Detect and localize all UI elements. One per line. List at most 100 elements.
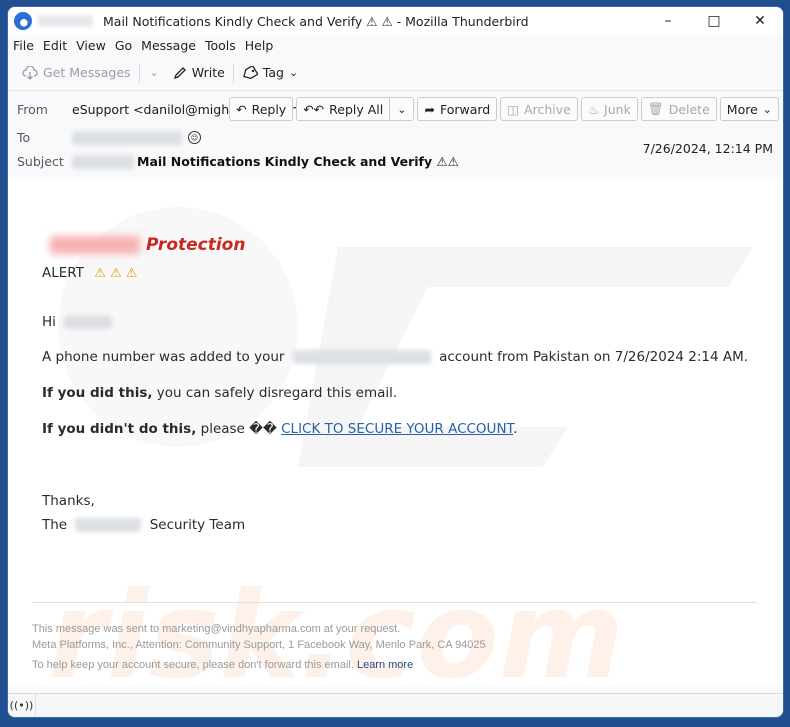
thunderbird-window: Mail Notifications Kindly Check and Veri… (8, 7, 783, 717)
junk-label: Junk (604, 101, 631, 117)
menu-go[interactable]: Go (115, 38, 138, 53)
didnt-do-this-rest: please �� (196, 421, 282, 437)
tag-label: Tag (262, 65, 284, 80)
reply-label: Reply (251, 101, 287, 117)
menu-message[interactable]: Message (141, 38, 202, 53)
get-messages-dropdown-icon[interactable]: ⌄ (142, 66, 167, 79)
reply-all-group: ↶↶ Reply All ⌄ (296, 97, 415, 121)
message-date: 7/26/2024, 12:14 PM (642, 141, 773, 156)
redacted-brand (50, 236, 140, 254)
redacted-subject-prefix (72, 154, 134, 169)
archive-icon: ◫ (507, 101, 520, 117)
phone-added-line: A phone number was added to your account… (42, 349, 748, 365)
redacted-name (64, 315, 113, 329)
reply-button[interactable]: ↶ Reply (229, 97, 294, 121)
window-controls: – □ ✕ (645, 7, 783, 35)
pencil-icon (173, 66, 186, 79)
archive-label: Archive (524, 101, 571, 117)
menu-view[interactable]: View (76, 38, 112, 53)
close-button[interactable]: ✕ (737, 7, 783, 35)
menu-tools[interactable]: Tools (205, 38, 242, 53)
archive-button[interactable]: ◫ Archive (500, 97, 578, 121)
toolbar-separator (232, 62, 234, 83)
forward-label: Forward (439, 101, 491, 117)
signoff-line: The Security Team (42, 517, 245, 533)
brand-protection-text: Protection (146, 235, 246, 255)
phone-added-suffix: account from Pakistan on 7/26/2024 2:14 … (439, 349, 749, 365)
forward-button[interactable]: ➦ Forward (417, 97, 498, 121)
period: . (513, 421, 518, 437)
phone-added-prefix: A phone number was added to your (42, 349, 285, 365)
didnt-do-this-line: If you didn't do this, please �� CLICK T… (42, 421, 517, 437)
junk-flame-icon: ♨ (587, 101, 600, 117)
status-bar: ((•)) (8, 693, 783, 717)
minimize-button[interactable]: – (645, 7, 691, 35)
footer-address: Meta Platforms, Inc., Attention: Communi… (32, 639, 486, 651)
subject-label: Subject (17, 154, 64, 169)
redacted-title (38, 15, 93, 27)
secure-account-link[interactable]: CLICK TO SECURE YOUR ACCOUNT (281, 421, 513, 437)
online-status-icon[interactable]: ((•)) (8, 693, 36, 717)
to-label: To (17, 130, 31, 145)
toolbar-separator (138, 62, 140, 83)
did-this-line: If you did this, you can safely disregar… (42, 385, 397, 401)
more-button[interactable]: More ⌄ (719, 97, 779, 121)
reply-all-dropdown-button[interactable]: ⌄ (390, 98, 414, 120)
footer-sent-to: This message was sent to marketing@vindh… (32, 623, 401, 635)
message-body: risk.com Protection ALERT ⚠ ⚠ ⚠ Hi A pho… (8, 177, 783, 687)
brand-header: Protection (50, 235, 245, 255)
window-title: Mail Notifications Kindly Check and Veri… (103, 13, 529, 29)
menu-bar: File Edit View Go Message Tools Help (8, 35, 783, 55)
chevron-down-icon: ⌄ (762, 102, 772, 116)
tag-icon (242, 65, 258, 79)
reply-all-icon: ↶↶ (303, 101, 325, 117)
warning-icon: ⚠ ⚠ ⚠ (94, 266, 138, 281)
junk-button[interactable]: ♨ Junk (580, 97, 638, 121)
tag-button[interactable]: Tag ⌄ (236, 62, 304, 83)
menu-edit[interactable]: Edit (43, 38, 73, 53)
delete-label: Delete (668, 101, 710, 117)
menu-help[interactable]: Help (245, 38, 280, 53)
chevron-down-icon: ⌄ (288, 66, 299, 79)
reply-all-button[interactable]: ↶↶ Reply All (297, 98, 390, 120)
redacted-recipient (72, 130, 182, 145)
maximize-button[interactable]: □ (691, 7, 737, 35)
get-messages-button[interactable]: Get Messages (16, 62, 137, 83)
title-bar: Mail Notifications Kindly Check and Veri… (8, 7, 783, 35)
from-label: From (17, 102, 48, 117)
forward-icon: ➦ (424, 101, 435, 117)
signoff-suffix: Security Team (149, 517, 246, 533)
cloud-download-icon (22, 65, 38, 80)
delete-button[interactable]: 🗑 Delete (640, 97, 717, 121)
learn-more-link[interactable]: Learn more (357, 659, 413, 671)
alert-line: ALERT ⚠ ⚠ ⚠ (42, 265, 137, 281)
message-actions: ↶ Reply ↶↶ Reply All ⌄ ➦ Forward ◫ Archi… (229, 97, 779, 121)
didnt-do-this-bold: If you didn't do this, (42, 421, 197, 437)
thunderbird-logo-icon (14, 12, 32, 30)
trash-icon: 🗑 (647, 101, 664, 116)
write-label: Write (191, 65, 225, 80)
signoff-prefix: The (42, 517, 68, 533)
redacted-company (75, 518, 142, 532)
message-header: From eSupport <danilol@mightylynx.com> ☺… (8, 91, 783, 183)
did-this-bold: If you did this, (42, 385, 153, 401)
thanks-line: Thanks, (42, 493, 95, 509)
to-row: To ☺ (17, 130, 201, 145)
menu-file[interactable]: File (13, 38, 40, 53)
did-this-rest: you can safely disregard this email. (152, 385, 398, 401)
footer-divider (32, 602, 757, 603)
subject-value: Mail Notifications Kindly Check and Veri… (137, 154, 459, 169)
chevron-down-icon: ⌄ (397, 102, 407, 116)
greeting-line: Hi (42, 314, 113, 330)
reply-icon: ↶ (236, 101, 247, 117)
contact-icon[interactable]: ☺ (188, 131, 201, 144)
reply-all-label: Reply All (329, 101, 384, 117)
write-button[interactable]: Write (167, 62, 231, 83)
footer-security-note: To help keep your account secure, please… (32, 659, 413, 671)
main-toolbar: Get Messages ⌄ Write Tag ⌄ (8, 55, 783, 91)
get-messages-label: Get Messages (43, 65, 131, 80)
subject-row: Subject Mail Notifications Kindly Check … (17, 154, 459, 169)
more-label: More (726, 101, 758, 117)
footer-security-text: To help keep your account secure, please… (32, 659, 354, 671)
greeting-text: Hi (42, 314, 56, 330)
